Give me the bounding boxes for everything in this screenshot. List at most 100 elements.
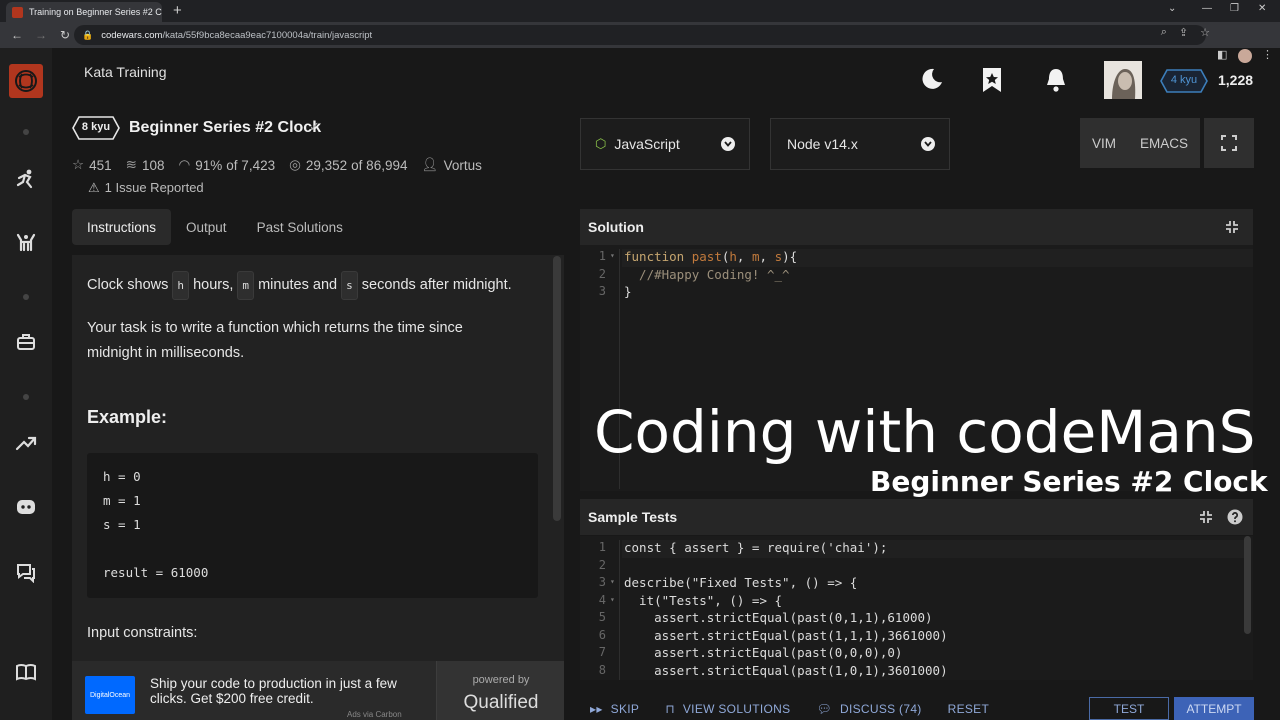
ad-text: Ship your code to production in just a f… [150, 676, 430, 706]
fullscreen-button[interactable] [1204, 118, 1254, 168]
tab-past-solutions[interactable]: Past Solutions [242, 209, 358, 245]
chevron-down-icon [721, 137, 735, 151]
code-line: assert.strictEqual(past(0,0,0),0) [624, 645, 903, 660]
discuss-label: DISCUSS (74) [839, 702, 922, 716]
share-icon[interactable]: ⇪ [1179, 26, 1188, 39]
tests-scrollbar[interactable] [1244, 536, 1251, 634]
expand-icon[interactable] [1199, 510, 1213, 524]
forward-icon[interactable]: → [34, 28, 48, 42]
attempt-button[interactable]: ATTEMPT [1174, 697, 1254, 720]
browser-tabbar: Training on Beginner Series #2 Cl ✕ + ⌄ … [0, 0, 1280, 22]
expand-icon[interactable] [1225, 220, 1239, 234]
test-button[interactable]: TEST [1089, 697, 1169, 720]
zoom-icon[interactable]: ⌕ [1161, 26, 1167, 39]
leaderboard-trend-icon[interactable] [14, 431, 38, 455]
version-select[interactable]: Node v14.x [770, 118, 950, 170]
author-stat[interactable]: 👤︎ Vortus [421, 157, 481, 173]
discuss-icon: 💬︎ [816, 702, 832, 716]
codewars-logo-icon[interactable] [9, 64, 43, 98]
fold-arrow-icon[interactable]: ▾ [610, 595, 615, 604]
tab-output[interactable]: Output [171, 209, 242, 245]
training-icon[interactable] [14, 167, 38, 191]
bookmarks-icon[interactable] [981, 67, 1003, 107]
reset-button[interactable]: RESET [948, 702, 990, 716]
code-line: function past(h, m, s){ [624, 249, 797, 267]
carbon-ad[interactable]: DigitalOcean Ship your code to productio… [72, 661, 564, 720]
instr-text: minutes and [258, 277, 338, 293]
sidebar [0, 48, 52, 720]
instr-text: Clock shows [87, 277, 169, 293]
code-line: assert.strictEqual(past(1,1,1),3661000) [624, 627, 948, 643]
collections-stat[interactable]: ≋ 108 [126, 157, 165, 173]
page-title: Kata Training [84, 64, 167, 80]
code-token: s [774, 249, 783, 264]
skip-icon: ▸▸ [590, 702, 603, 716]
version-label: Node v14.x [787, 136, 858, 152]
view-solutions-button[interactable]: ⊓ VIEW SOLUTIONS [665, 702, 790, 716]
code-token: m [751, 249, 760, 264]
tab-search-icon[interactable]: ⌄ [1168, 3, 1176, 14]
qualified-brand[interactable]: powered by Qualified [436, 661, 564, 720]
skip-button[interactable]: ▸▸ SKIP [590, 702, 639, 716]
maximize-icon[interactable]: ❐ [1230, 3, 1239, 14]
ad-line: clicks. Get $200 free credit. [150, 691, 314, 706]
ad-via[interactable]: Ads via Carbon [347, 710, 402, 719]
sidepanel-icon[interactable]: ◧ [1217, 48, 1227, 61]
solution-title: Solution [588, 219, 644, 235]
browser-tab-title: Training on Beginner Series #2 Cl [29, 7, 162, 17]
satisfaction-percent: 91% [195, 157, 223, 173]
instruction-tabs: Instructions Output Past Solutions [72, 209, 358, 245]
browser-profile-avatar[interactable] [1238, 49, 1252, 63]
language-label: JavaScript [614, 136, 680, 152]
honor-score: 1,228 [1218, 72, 1254, 88]
sidebar-divider-dot [23, 394, 29, 400]
line-number: 3 [598, 284, 606, 298]
example-line: m = 1 [103, 493, 141, 508]
vim-button[interactable]: VIM [1092, 136, 1116, 151]
example-code-block: h = 0 m = 1 s = 1 result = 61000 [87, 453, 538, 598]
help-icon[interactable] [1227, 509, 1243, 525]
fold-arrow-icon[interactable]: ▾ [610, 251, 615, 260]
new-tab-icon[interactable]: + [173, 2, 182, 19]
sample-tests-title: Sample Tests [588, 509, 678, 525]
docs-book-icon[interactable] [14, 660, 38, 684]
sample-tests-editor[interactable]: 1 2 3 4 5 6 7 8 ▾ ▾ const { assert } = r… [580, 536, 1253, 680]
kata-kyu-label: 8 kyu [81, 121, 111, 133]
editor-mode-buttons: VIM EMACS [1080, 118, 1200, 168]
issues-reported[interactable]: ⚠ 1 Issue Reported [88, 180, 204, 196]
instr-text: hours, [193, 277, 234, 293]
instructions-scrollbar[interactable] [553, 256, 561, 521]
reload-icon[interactable]: ↻ [58, 28, 72, 42]
line-number: 2 [598, 557, 606, 572]
close-window-icon[interactable]: ✕ [1258, 3, 1266, 14]
practice-icon[interactable] [14, 230, 38, 254]
briefcase-icon[interactable] [14, 330, 38, 354]
line-number: 8 [598, 662, 606, 677]
browser-menu-icon[interactable]: ⋮ [1262, 48, 1273, 61]
code-token: function [624, 249, 685, 264]
stars-count: 451 [89, 157, 112, 173]
fold-arrow-icon[interactable]: ▾ [610, 577, 615, 586]
discuss-button[interactable]: 💬︎ DISCUSS (74) [816, 702, 921, 716]
author-name: Vortus [443, 157, 482, 173]
back-icon[interactable]: ← [10, 28, 24, 42]
code-line: describe("Fixed Tests", () => { [624, 575, 858, 590]
stars-stat[interactable]: ☆ 451 [72, 157, 112, 173]
user-avatar[interactable] [1104, 61, 1142, 99]
discord-icon[interactable] [14, 495, 38, 519]
nodejs-icon: ⬡ [595, 136, 607, 151]
language-select[interactable]: ⬡ JavaScript [580, 118, 750, 170]
notifications-bell-icon[interactable] [1044, 67, 1068, 107]
bookmark-star-icon[interactable]: ☆ [1200, 26, 1210, 39]
lock-icon[interactable]: 🔒 [82, 30, 93, 41]
instr-text: seconds after midnight. [361, 277, 512, 293]
tab-instructions[interactable]: Instructions [72, 209, 172, 245]
url-bar[interactable]: 🔒 codewars.com/kata/55f9bca8ecaa9eac7100… [74, 25, 1206, 45]
minimize-icon[interactable]: — [1202, 3, 1212, 14]
browser-tab[interactable]: Training on Beginner Series #2 Cl ✕ [6, 2, 162, 22]
video-overlay-subtitle: Beginner Series #2 Clock [870, 465, 1268, 498]
dark-mode-moon-icon[interactable] [920, 67, 944, 107]
chat-icon[interactable] [14, 560, 38, 584]
emacs-button[interactable]: EMACS [1140, 136, 1188, 151]
